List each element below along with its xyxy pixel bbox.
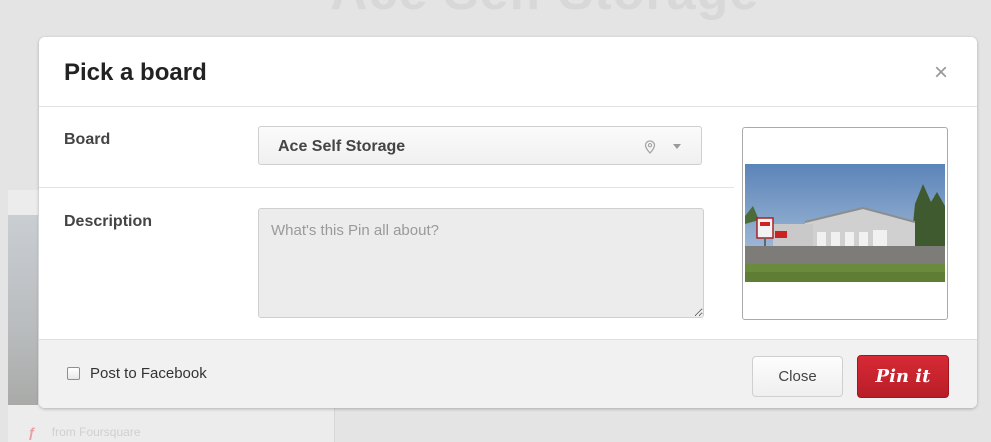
chevron-down-icon [673,144,681,149]
background-pin-image [8,215,38,405]
post-to-facebook-label[interactable]: Post to Facebook [90,365,207,382]
location-pin-icon [644,140,656,154]
post-to-facebook-checkbox[interactable] [67,367,80,380]
pick-board-dialog: Pick a board × Board Ace Self Storage De… [39,37,977,408]
close-icon[interactable]: × [931,61,951,85]
field-divider [39,187,734,188]
dialog-footer: Post to Facebook Close Pin it [39,339,977,408]
background-source-text: from Foursquare [51,425,141,439]
foursquare-icon: ƒ [28,424,36,440]
pin-image-preview [742,127,948,320]
background-source: ƒ from Foursquare [28,424,141,440]
background-page-title: Ace Self Storage [330,0,758,22]
storage-building-image [745,164,945,282]
description-input[interactable] [258,208,704,318]
description-label: Description [64,213,153,230]
close-button[interactable]: Close [752,356,843,397]
board-select-value: Ace Self Storage [278,138,406,155]
dialog-header: Pick a board × [39,37,977,107]
board-select[interactable]: Ace Self Storage [258,126,702,165]
dialog-title: Pick a board [64,59,207,86]
pin-it-button[interactable]: Pin it [857,355,949,398]
board-label: Board [64,131,111,148]
